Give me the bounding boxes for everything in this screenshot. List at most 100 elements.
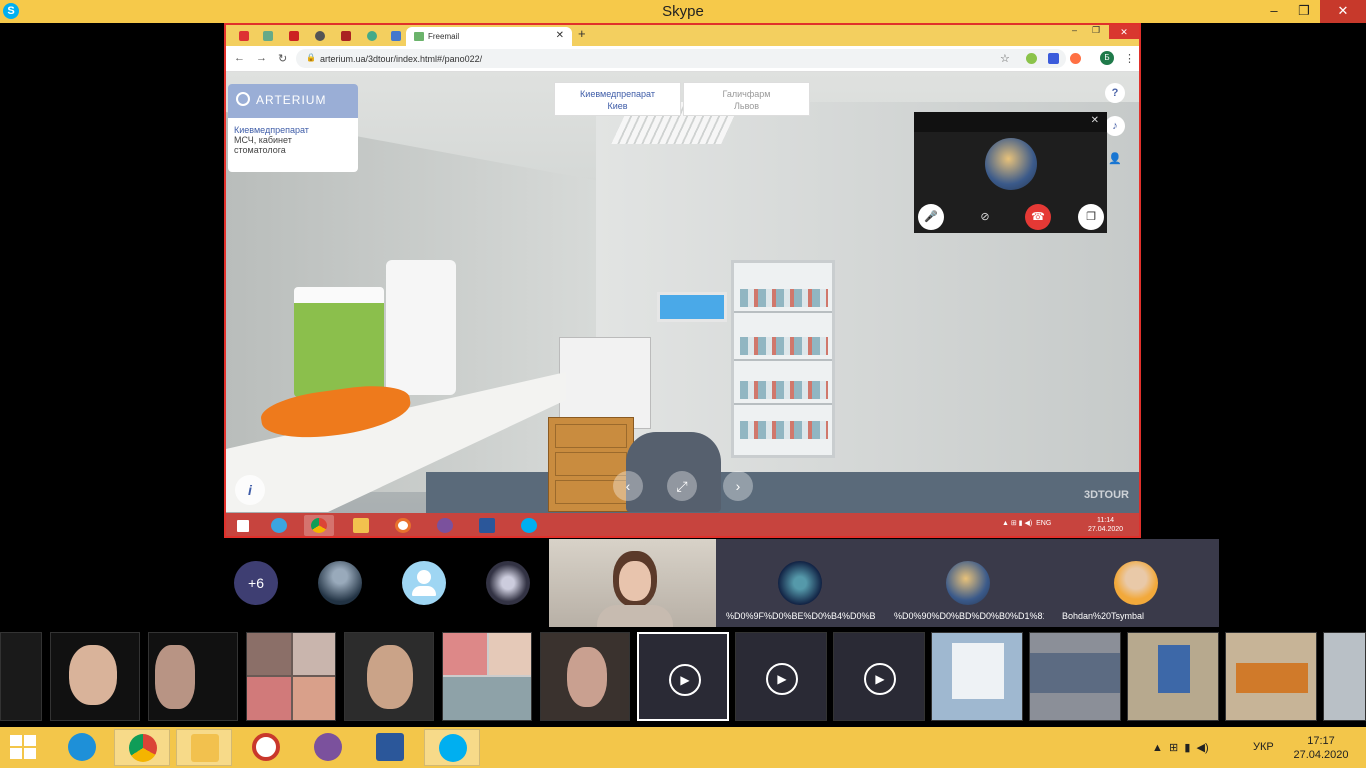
video-off-icon[interactable]: ⊘ (972, 204, 998, 230)
participant-name: %D0%9F%D0%BE%D0%B4%D0%B... (726, 611, 876, 621)
forward-icon[interactable]: → (256, 52, 267, 64)
play-icon[interactable]: ▶ (766, 663, 798, 695)
extension-icon[interactable] (1070, 53, 1081, 64)
switch-window-icon[interactable]: ❐ (1078, 204, 1104, 230)
reload-icon[interactable]: ↻ (278, 52, 287, 65)
thumbnail-video[interactable]: ▶ (833, 632, 925, 721)
music-icon[interactable]: ♪ (1105, 116, 1125, 136)
language-indicator[interactable]: УКР (1253, 741, 1274, 753)
mic-icon[interactable]: 🎤 (918, 204, 944, 230)
clock[interactable]: 17:17 27.04.2020 (1290, 734, 1352, 762)
menu-icon[interactable]: ⋮ (1124, 52, 1135, 65)
brand-header[interactable]: ARTERIUM (228, 84, 358, 118)
windows-taskbar: ▲ ⊞ ▮ ◀) УКР 17:17 27.04.2020 (0, 727, 1366, 768)
thumbnail[interactable] (1225, 632, 1317, 721)
thumbnail[interactable] (540, 632, 630, 721)
shared-taskbar: ▲ ⊞ ▮ ◀) ENG 11:14 27.04.2020 (226, 513, 1139, 536)
tab-favicon-icon (289, 31, 299, 41)
browser-tab[interactable] (284, 28, 304, 44)
help-icon[interactable]: ? (1105, 83, 1125, 103)
participant-avatar-default[interactable] (402, 561, 446, 605)
window-title: Skype (662, 3, 704, 20)
browser-tab[interactable] (234, 28, 254, 44)
participant-avatar[interactable] (486, 561, 530, 605)
close-icon[interactable]: ✕ (1091, 115, 1099, 126)
hang-up-icon[interactable]: ☎ (1025, 204, 1051, 230)
thumbnail[interactable] (0, 632, 42, 721)
chrome-icon[interactable] (304, 515, 334, 536)
browser-tab[interactable] (386, 28, 406, 44)
extension-icon[interactable] (1026, 53, 1037, 64)
thumbnail[interactable] (931, 632, 1023, 721)
address-bar[interactable]: 🔒 arterium.ua/3dtour/index.html#/pano022… (296, 49, 1066, 68)
inner-clock: 11:14 27.04.2020 (1088, 516, 1123, 534)
windows-start-icon[interactable] (10, 735, 38, 761)
file-explorer-icon[interactable] (346, 515, 376, 536)
location-tab-name: Галичфарм (722, 89, 771, 99)
thumbnail[interactable] (344, 632, 434, 721)
ie-icon[interactable] (264, 515, 294, 536)
brand-panel: ARTERIUM Киевмедпрепарат МСЧ, кабинет ст… (228, 84, 358, 172)
user-icon[interactable]: 👤 (1105, 149, 1125, 169)
browser-maximize-button[interactable]: ❐ (1092, 25, 1100, 36)
browser-tab-active[interactable]: Freemail ✕ (406, 27, 572, 46)
thumbnail[interactable] (1127, 632, 1219, 721)
viber-taskbar-icon[interactable] (300, 729, 356, 766)
info-button[interactable]: i (235, 475, 265, 505)
location-tab-kyiv[interactable]: Киевмедпрепарат Киев (554, 82, 681, 116)
participant-tile[interactable]: %D0%90%D0%BD%D0%B0%D1%81... (884, 539, 1052, 627)
close-button[interactable]: ✕ (1320, 0, 1366, 23)
skype-taskbar-icon[interactable] (424, 729, 480, 766)
play-icon[interactable]: ▶ (864, 663, 896, 695)
thumbnail-video[interactable]: ▶ (735, 632, 827, 721)
windows-start-icon[interactable] (228, 515, 258, 536)
panorama-view[interactable]: ARTERIUM Киевмедпрепарат МСЧ, кабинет ст… (226, 72, 1139, 513)
ie-taskbar-icon[interactable] (54, 729, 110, 766)
file-explorer-taskbar-icon[interactable] (176, 729, 232, 766)
back-icon[interactable]: ← (234, 52, 245, 64)
prev-button[interactable]: ‹ (613, 471, 643, 501)
participant-tile[interactable]: %D0%9F%D0%BE%D0%B4%D0%B... (716, 539, 884, 627)
extension-icon[interactable] (1048, 53, 1059, 64)
participant-tile[interactable]: Bohdan%20Tsymbal (1052, 539, 1219, 627)
shared-screen: Freemail ✕ + – ❐ ✕ ← → ↻ 🔒 arterium.ua/3… (224, 23, 1141, 538)
next-button[interactable]: › (723, 471, 753, 501)
more-participants-badge[interactable]: +6 (234, 561, 278, 605)
chrome-taskbar-icon[interactable] (114, 729, 170, 766)
browser-tab-strip: Freemail ✕ + – ❐ ✕ (226, 25, 1139, 46)
minimize-button[interactable]: – (1258, 0, 1290, 23)
maximize-button[interactable]: ❐ (1288, 0, 1320, 23)
bookmark-star-icon[interactable]: ☆ (1000, 52, 1010, 65)
participant-video-tile[interactable] (549, 539, 716, 627)
browser-tab[interactable] (258, 28, 278, 44)
browser-minimize-button[interactable]: – (1072, 25, 1077, 35)
close-tab-icon[interactable]: ✕ (556, 30, 564, 41)
word-icon[interactable] (472, 515, 502, 536)
arterium-logo-icon (236, 92, 250, 106)
system-tray[interactable]: ▲ ⊞ ▮ ◀) (1152, 741, 1209, 754)
opera-taskbar-icon[interactable] (238, 729, 294, 766)
browser-close-button[interactable]: ✕ (1109, 25, 1139, 39)
new-tab-button[interactable]: + (578, 26, 586, 41)
word-taskbar-icon[interactable] (362, 729, 418, 766)
thumbnail[interactable] (148, 632, 238, 721)
participant-avatar[interactable] (318, 561, 362, 605)
profile-avatar[interactable]: Б (1100, 51, 1114, 65)
browser-tab[interactable] (362, 28, 382, 44)
browser-tab[interactable] (310, 28, 330, 44)
thumbnail[interactable] (50, 632, 140, 721)
viber-icon[interactable] (430, 515, 460, 536)
play-icon[interactable]: ▶ (669, 664, 701, 696)
clock-date: 27.04.2020 (1293, 749, 1349, 761)
thumbnail[interactable] (246, 632, 336, 721)
opera-icon[interactable] (388, 515, 418, 536)
browser-tab[interactable] (336, 28, 356, 44)
participant-avatar (946, 561, 990, 605)
thumbnail[interactable] (1323, 632, 1366, 721)
fullscreen-button[interactable]: ⤢ (667, 471, 697, 501)
thumbnail[interactable] (442, 632, 532, 721)
thumbnail-video-selected[interactable]: ▶ (637, 632, 729, 721)
thumbnail[interactable] (1029, 632, 1121, 721)
skype-icon[interactable] (514, 515, 544, 536)
location-tab-lviv[interactable]: Галичфарм Львов (683, 82, 810, 116)
